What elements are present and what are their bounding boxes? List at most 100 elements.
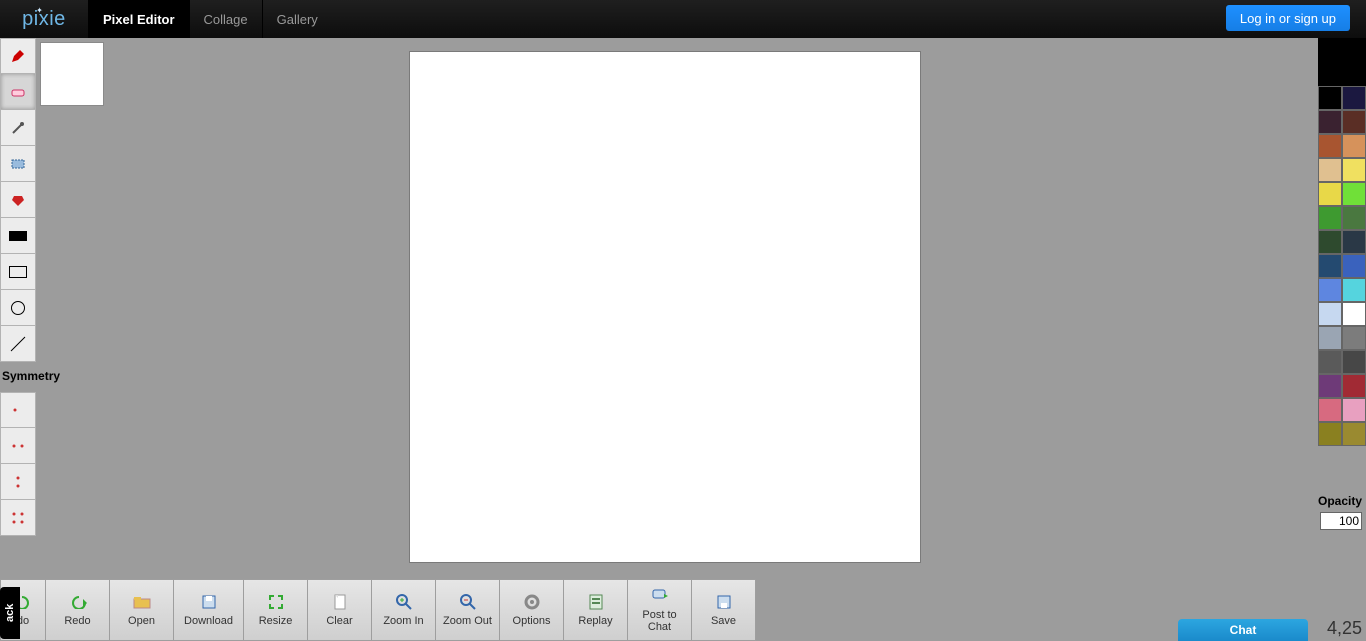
color-swatch[interactable] <box>1318 134 1342 158</box>
tool-circle-outline[interactable] <box>0 290 36 326</box>
feedback-tab[interactable]: ack <box>0 587 20 639</box>
color-swatch[interactable] <box>1318 350 1342 374</box>
color-swatch[interactable] <box>1342 350 1366 374</box>
post-button[interactable]: Post to Chat <box>628 579 692 641</box>
action-label: Redo <box>64 615 90 627</box>
rect-outline-icon <box>9 266 27 278</box>
zoomin-icon <box>395 593 413 611</box>
logo-text: pixie <box>22 8 66 30</box>
sym-none-icon <box>10 402 26 418</box>
color-swatch[interactable] <box>1318 158 1342 182</box>
symmetry-horizontal[interactable] <box>0 428 36 464</box>
tool-line[interactable] <box>0 326 36 362</box>
open-button[interactable]: Open <box>110 579 174 641</box>
sym-vertical-icon <box>10 474 26 490</box>
color-swatch[interactable] <box>1318 254 1342 278</box>
color-swatch[interactable] <box>1318 374 1342 398</box>
pencil-icon <box>10 48 26 64</box>
color-swatch[interactable] <box>1342 422 1366 446</box>
color-swatch[interactable] <box>1342 230 1366 254</box>
tool-eraser[interactable] <box>0 74 36 110</box>
action-label: Save <box>711 615 736 627</box>
tool-filled-rect[interactable] <box>0 218 36 254</box>
redo-button[interactable]: Redo <box>46 579 110 641</box>
symmetry-vertical[interactable] <box>0 464 36 500</box>
tool-palette <box>0 38 36 362</box>
action-label: Download <box>184 615 233 627</box>
symmetry-palette <box>0 392 36 536</box>
color-swatch[interactable] <box>1318 182 1342 206</box>
action-label: Zoom Out <box>443 615 492 627</box>
nav-tab-collage[interactable]: Collage <box>189 0 262 38</box>
color-swatch[interactable] <box>1342 278 1366 302</box>
resize-icon <box>267 593 285 611</box>
symmetry-quad[interactable] <box>0 500 36 536</box>
color-swatch[interactable] <box>1342 86 1366 110</box>
action-label: Post to Chat <box>630 609 689 633</box>
action-bar: doRedoOpenDownloadResizeClearZoom InZoom… <box>0 579 756 641</box>
tool-picker[interactable] <box>0 110 36 146</box>
nav-tab-gallery[interactable]: Gallery <box>262 0 332 38</box>
login-label: Log in or sign up <box>1240 11 1336 26</box>
options-icon <box>523 593 541 611</box>
options-button[interactable]: Options <box>500 579 564 641</box>
color-swatch[interactable] <box>1342 110 1366 134</box>
color-swatch[interactable] <box>1318 278 1342 302</box>
opacity-input[interactable] <box>1320 512 1362 530</box>
color-swatch[interactable] <box>1342 254 1366 278</box>
filled-rect-icon <box>9 231 27 241</box>
color-swatch[interactable] <box>1318 206 1342 230</box>
color-swatch[interactable] <box>1342 158 1366 182</box>
tool-marquee[interactable] <box>0 146 36 182</box>
color-swatch[interactable] <box>1342 134 1366 158</box>
current-color-swatch[interactable] <box>1318 38 1366 86</box>
eyedropper-icon <box>10 120 26 136</box>
color-swatch[interactable] <box>1342 374 1366 398</box>
tool-rect-outline[interactable] <box>0 254 36 290</box>
zoomin-button[interactable]: Zoom In <box>372 579 436 641</box>
login-button[interactable]: Log in or sign up <box>1226 5 1350 31</box>
replay-button[interactable]: Replay <box>564 579 628 641</box>
marquee-icon <box>10 156 26 172</box>
drawing-canvas[interactable] <box>409 51 921 563</box>
color-swatch[interactable] <box>1342 398 1366 422</box>
color-swatch[interactable] <box>1318 326 1342 350</box>
action-label: Resize <box>259 615 293 627</box>
nav-tab-label: Collage <box>204 12 248 27</box>
post-icon <box>651 587 669 605</box>
color-swatch[interactable] <box>1318 230 1342 254</box>
nav-tab-label: Pixel Editor <box>103 12 175 27</box>
canvas-thumbnail[interactable] <box>40 42 104 106</box>
color-swatch[interactable] <box>1318 110 1342 134</box>
color-swatch[interactable] <box>1342 206 1366 230</box>
eraser-icon <box>10 84 26 100</box>
redo-icon <box>69 593 87 611</box>
symmetry-none[interactable] <box>0 392 36 428</box>
color-swatch[interactable] <box>1318 302 1342 326</box>
circle-outline-icon <box>11 301 25 315</box>
nav-tab-pixel-editor[interactable]: Pixel Editor <box>88 0 189 38</box>
color-swatch[interactable] <box>1318 422 1342 446</box>
sym-quad-icon <box>10 510 26 526</box>
color-swatch[interactable] <box>1318 86 1342 110</box>
action-label: Open <box>128 615 155 627</box>
resize-button[interactable]: Resize <box>244 579 308 641</box>
clear-icon <box>331 593 349 611</box>
save-button[interactable]: Save <box>692 579 756 641</box>
color-swatch[interactable] <box>1342 326 1366 350</box>
save-icon <box>715 593 733 611</box>
tool-bucket[interactable] <box>0 182 36 218</box>
clear-button[interactable]: Clear <box>308 579 372 641</box>
color-swatch[interactable] <box>1342 182 1366 206</box>
download-button[interactable]: Download <box>174 579 244 641</box>
nav-tab-label: Gallery <box>277 12 318 27</box>
pixie-logo[interactable]: pixie ✦ <box>0 0 88 38</box>
zoomout-button[interactable]: Zoom Out <box>436 579 500 641</box>
top-nav: pixie ✦ Pixel Editor Collage Gallery Log… <box>0 0 1366 38</box>
action-label: Zoom In <box>383 615 423 627</box>
color-swatch[interactable] <box>1318 398 1342 422</box>
bucket-icon <box>10 192 26 208</box>
tool-pencil[interactable] <box>0 38 36 74</box>
chat-button[interactable]: Chat <box>1178 619 1308 641</box>
color-swatch[interactable] <box>1342 302 1366 326</box>
